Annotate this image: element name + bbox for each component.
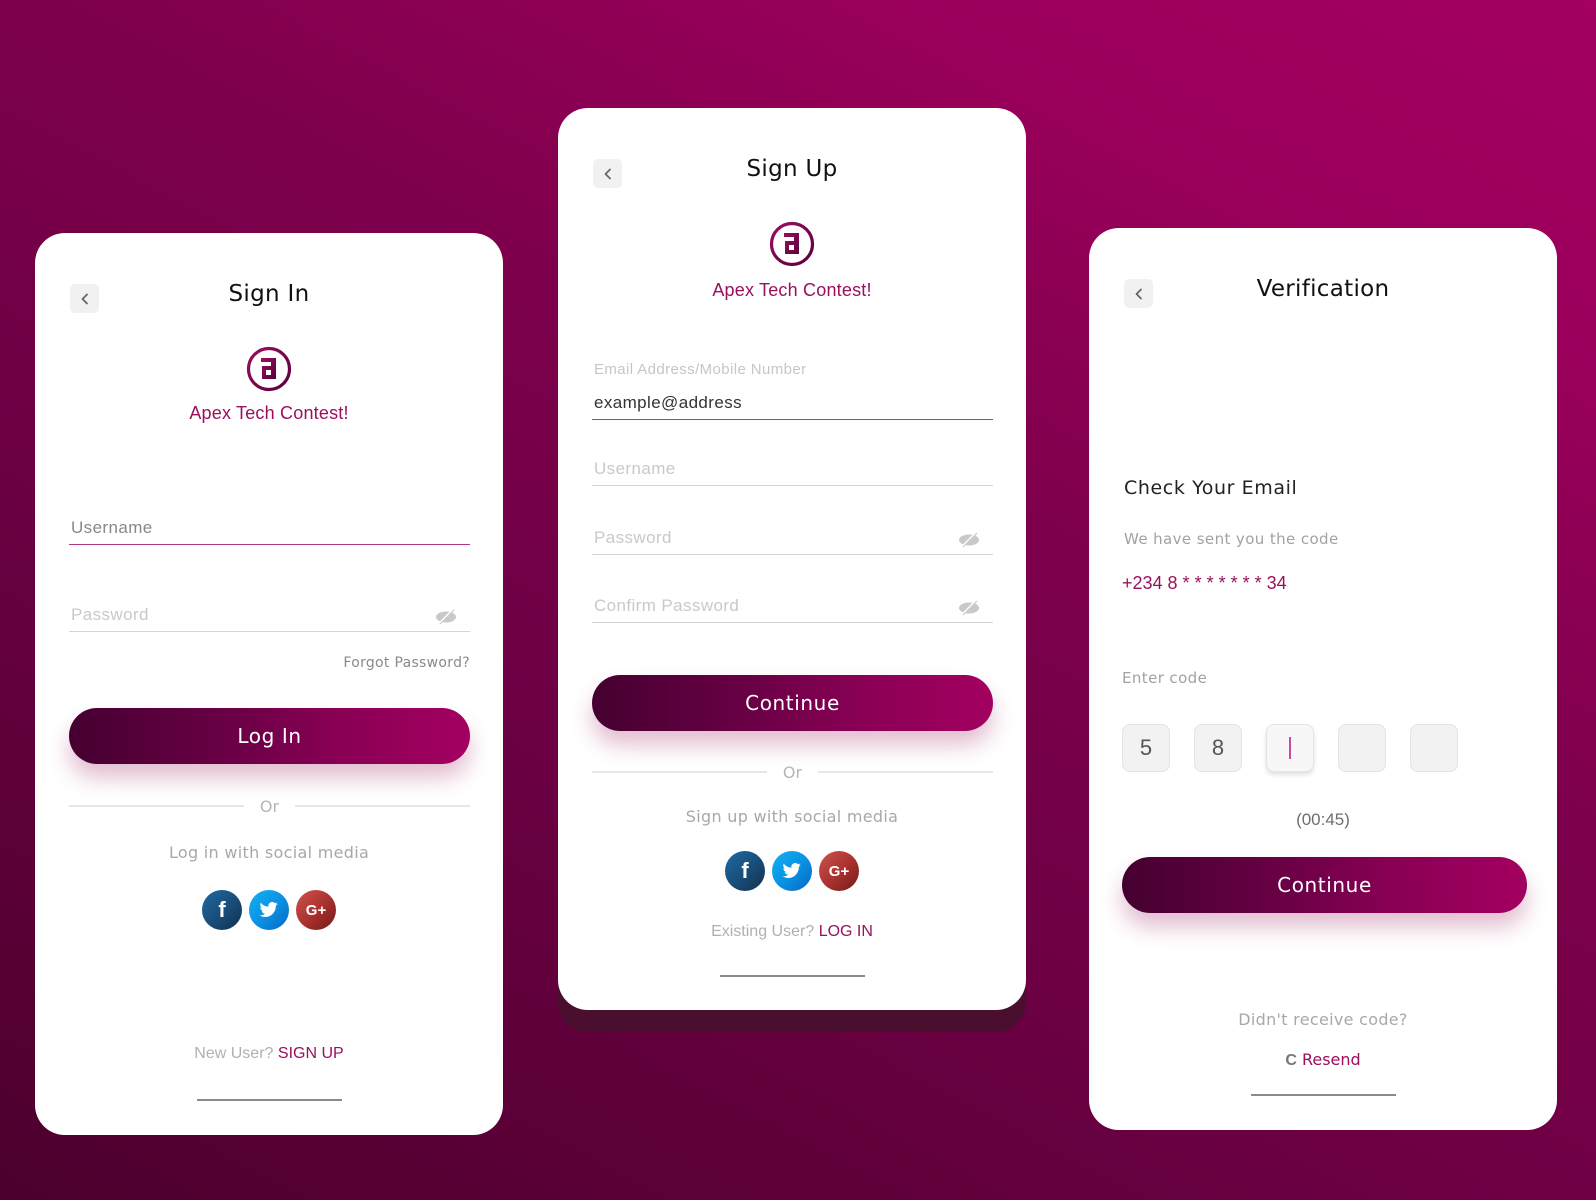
apex-logo-icon: [246, 346, 292, 392]
countdown-timer: (00:45): [1296, 810, 1350, 829]
email-input[interactable]: [594, 393, 934, 413]
home-indicator: [720, 975, 865, 977]
twitter-button[interactable]: [249, 890, 289, 930]
login-link[interactable]: LOG IN: [819, 923, 873, 940]
username-input[interactable]: [594, 459, 934, 479]
text-cursor: [1289, 737, 1291, 759]
continue-button[interactable]: Continue: [1122, 857, 1527, 913]
google-plus-icon: G+: [828, 862, 850, 880]
or-divider: Or: [69, 796, 471, 816]
verification-screen: Verification Check Your Email We have se…: [1089, 228, 1557, 1130]
page-title: Sign In: [228, 281, 310, 307]
password-field[interactable]: [69, 598, 470, 632]
login-button[interactable]: Log In: [69, 708, 470, 764]
code-digit-4[interactable]: [1338, 724, 1386, 772]
divider-line: [295, 805, 471, 807]
signup-link[interactable]: SIGN UP: [278, 1045, 344, 1062]
password-field[interactable]: [592, 521, 993, 555]
continue-button[interactable]: Continue: [592, 675, 993, 731]
brand-name: Apex Tech Contest!: [189, 403, 349, 423]
twitter-button[interactable]: [772, 851, 812, 891]
didnt-receive-text: Didn't receive code?: [1238, 1010, 1408, 1029]
or-text: Or: [259, 796, 280, 816]
google-plus-icon: G+: [305, 901, 327, 919]
new-user-text: New User?: [194, 1045, 274, 1062]
social-buttons: f G+: [35, 890, 503, 930]
code-input-row: 5 8: [1122, 724, 1458, 772]
page-title: Verification: [1256, 276, 1390, 302]
code-sent-text: We have sent you the code: [1124, 530, 1339, 548]
home-indicator: [1251, 1094, 1396, 1096]
page-title: Sign Up: [746, 156, 838, 182]
signup-screen: Sign Up Apex Tech Contest! Email Address…: [558, 108, 1026, 1010]
signup-prompt: New User? SIGN UP: [35, 1045, 503, 1063]
divider-line: [69, 805, 244, 807]
or-divider: Or: [592, 762, 994, 782]
apex-logo-icon: [769, 221, 815, 267]
brand-name: Apex Tech Contest!: [712, 280, 872, 300]
login-prompt: Existing User? LOG IN: [558, 923, 1026, 941]
enter-code-label: Enter code: [1122, 669, 1208, 687]
divider-line: [818, 771, 994, 773]
username-input[interactable]: [71, 518, 411, 538]
social-login-text: Log in with social media: [168, 843, 370, 862]
code-digit-3[interactable]: [1266, 724, 1314, 772]
resend-label: Resend: [1301, 1050, 1361, 1069]
confirm-password-input[interactable]: [594, 596, 934, 616]
google-plus-button[interactable]: G+: [296, 890, 336, 930]
social-signup-text: Sign up with social media: [685, 807, 899, 826]
code-digit-2[interactable]: 8: [1194, 724, 1242, 772]
signin-screen: Sign In Apex Tech Contest! Forgot Passwo…: [35, 233, 503, 1135]
confirm-password-field[interactable]: [592, 589, 993, 623]
forgot-password-link[interactable]: Forgot Password?: [343, 655, 470, 671]
refresh-icon: C: [1285, 1052, 1297, 1069]
or-text: Or: [782, 762, 803, 782]
facebook-icon: f: [741, 858, 749, 883]
password-input[interactable]: [71, 605, 411, 625]
social-buttons: f G+: [558, 851, 1026, 891]
divider-line: [592, 771, 767, 773]
eye-off-icon[interactable]: [957, 532, 981, 548]
email-label: Email Address/Mobile Number: [594, 361, 807, 378]
code-digit-5[interactable]: [1410, 724, 1458, 772]
existing-user-text: Existing User?: [711, 923, 815, 940]
username-field[interactable]: [69, 511, 470, 545]
email-field[interactable]: [592, 386, 993, 420]
password-input[interactable]: [594, 528, 934, 548]
home-indicator: [197, 1099, 342, 1101]
resend-button[interactable]: C Resend: [1089, 1050, 1557, 1070]
twitter-icon: [782, 863, 801, 878]
facebook-button[interactable]: f: [725, 851, 765, 891]
facebook-icon: f: [218, 897, 226, 922]
facebook-button[interactable]: f: [202, 890, 242, 930]
google-plus-button[interactable]: G+: [819, 851, 859, 891]
eye-off-icon[interactable]: [957, 600, 981, 616]
username-field[interactable]: [592, 452, 993, 486]
eye-off-icon[interactable]: [434, 609, 458, 625]
twitter-icon: [259, 902, 278, 917]
code-digit-1[interactable]: 5: [1122, 724, 1170, 772]
check-email-heading: Check Your Email: [1124, 477, 1298, 499]
masked-phone-number: +234 8 * * * * * * * 34: [1122, 573, 1287, 593]
